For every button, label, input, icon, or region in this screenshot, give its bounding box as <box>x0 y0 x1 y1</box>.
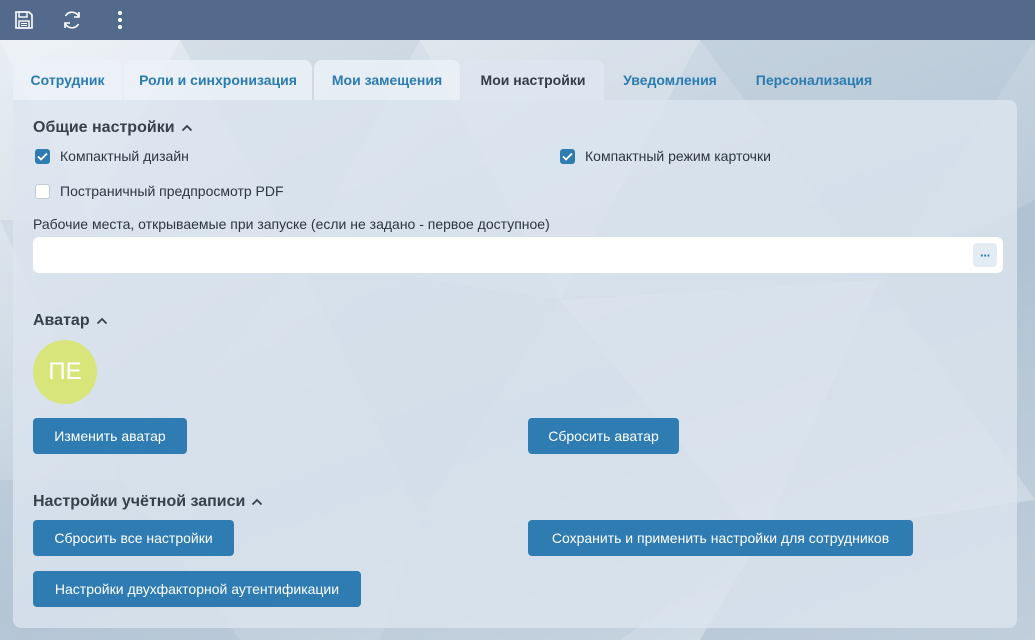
two-factor-settings-button[interactable]: Настройки двухфакторной аутентификации <box>33 571 361 607</box>
general-settings-header[interactable]: Общие настройки <box>33 119 193 137</box>
refresh-icon <box>64 11 80 29</box>
account-settings-title: Настройки учётной записи <box>33 493 246 510</box>
compact-card-label: Компактный режим карточки <box>585 148 771 164</box>
settings-panel: Общие настройки Компактный дизайн Компак… <box>13 100 1017 628</box>
chevron-up-icon <box>181 124 192 132</box>
tab-my-settings[interactable]: Мои настройки <box>462 60 604 100</box>
check-icon <box>562 152 573 161</box>
pdf-preview-label: Постраничный предпросмотр PDF <box>60 183 284 199</box>
tab-employee[interactable]: Сотрудник <box>13 60 122 100</box>
avatar: ПЕ <box>33 340 97 404</box>
tab-my-substitutions[interactable]: Мои замещения <box>314 60 460 100</box>
checkbox-checked <box>560 148 575 164</box>
compact-design-checkbox[interactable]: Компактный дизайн <box>35 148 189 164</box>
workplaces-label: Рабочие места, открываемые при запуске (… <box>33 216 550 232</box>
general-settings-title: Общие настройки <box>33 119 175 136</box>
top-toolbar <box>0 0 1035 40</box>
chevron-up-icon <box>252 498 263 506</box>
account-settings-header[interactable]: Настройки учётной записи <box>33 493 263 511</box>
tab-personalization[interactable]: Персонализация <box>736 60 892 100</box>
tab-roles-sync[interactable]: Роли и синхронизация <box>124 60 312 100</box>
checkbox-unchecked <box>35 183 50 199</box>
pdf-preview-checkbox[interactable]: Постраничный предпросмотр PDF <box>35 183 284 199</box>
tab-bar: Сотрудник Роли и синхронизация Мои замещ… <box>13 60 894 100</box>
reset-all-settings-button[interactable]: Сбросить все настройки <box>33 520 234 556</box>
more-button[interactable] <box>100 1 140 39</box>
change-avatar-button[interactable]: Изменить аватар <box>33 418 187 454</box>
save-apply-settings-button[interactable]: Сохранить и применить настройки для сотр… <box>528 520 913 556</box>
tab-notifications[interactable]: Уведомления <box>606 60 734 100</box>
chevron-up-icon <box>96 317 107 325</box>
save-button[interactable] <box>4 1 44 39</box>
workplaces-input[interactable]: ··· <box>33 237 1003 273</box>
compact-card-checkbox[interactable]: Компактный режим карточки <box>560 148 771 164</box>
workplaces-browse-button[interactable]: ··· <box>973 243 997 267</box>
save-icon <box>15 11 33 29</box>
more-horizontal-icon: ··· <box>980 247 991 263</box>
compact-design-label: Компактный дизайн <box>60 148 189 164</box>
avatar-title: Аватар <box>33 312 90 329</box>
refresh-button[interactable] <box>52 1 92 39</box>
avatar-header[interactable]: Аватар <box>33 312 108 330</box>
checkbox-checked <box>35 148 50 164</box>
check-icon <box>37 152 48 161</box>
reset-avatar-button[interactable]: Сбросить аватар <box>528 418 679 454</box>
more-vertical-icon <box>118 11 122 29</box>
avatar-initials: ПЕ <box>48 358 82 385</box>
